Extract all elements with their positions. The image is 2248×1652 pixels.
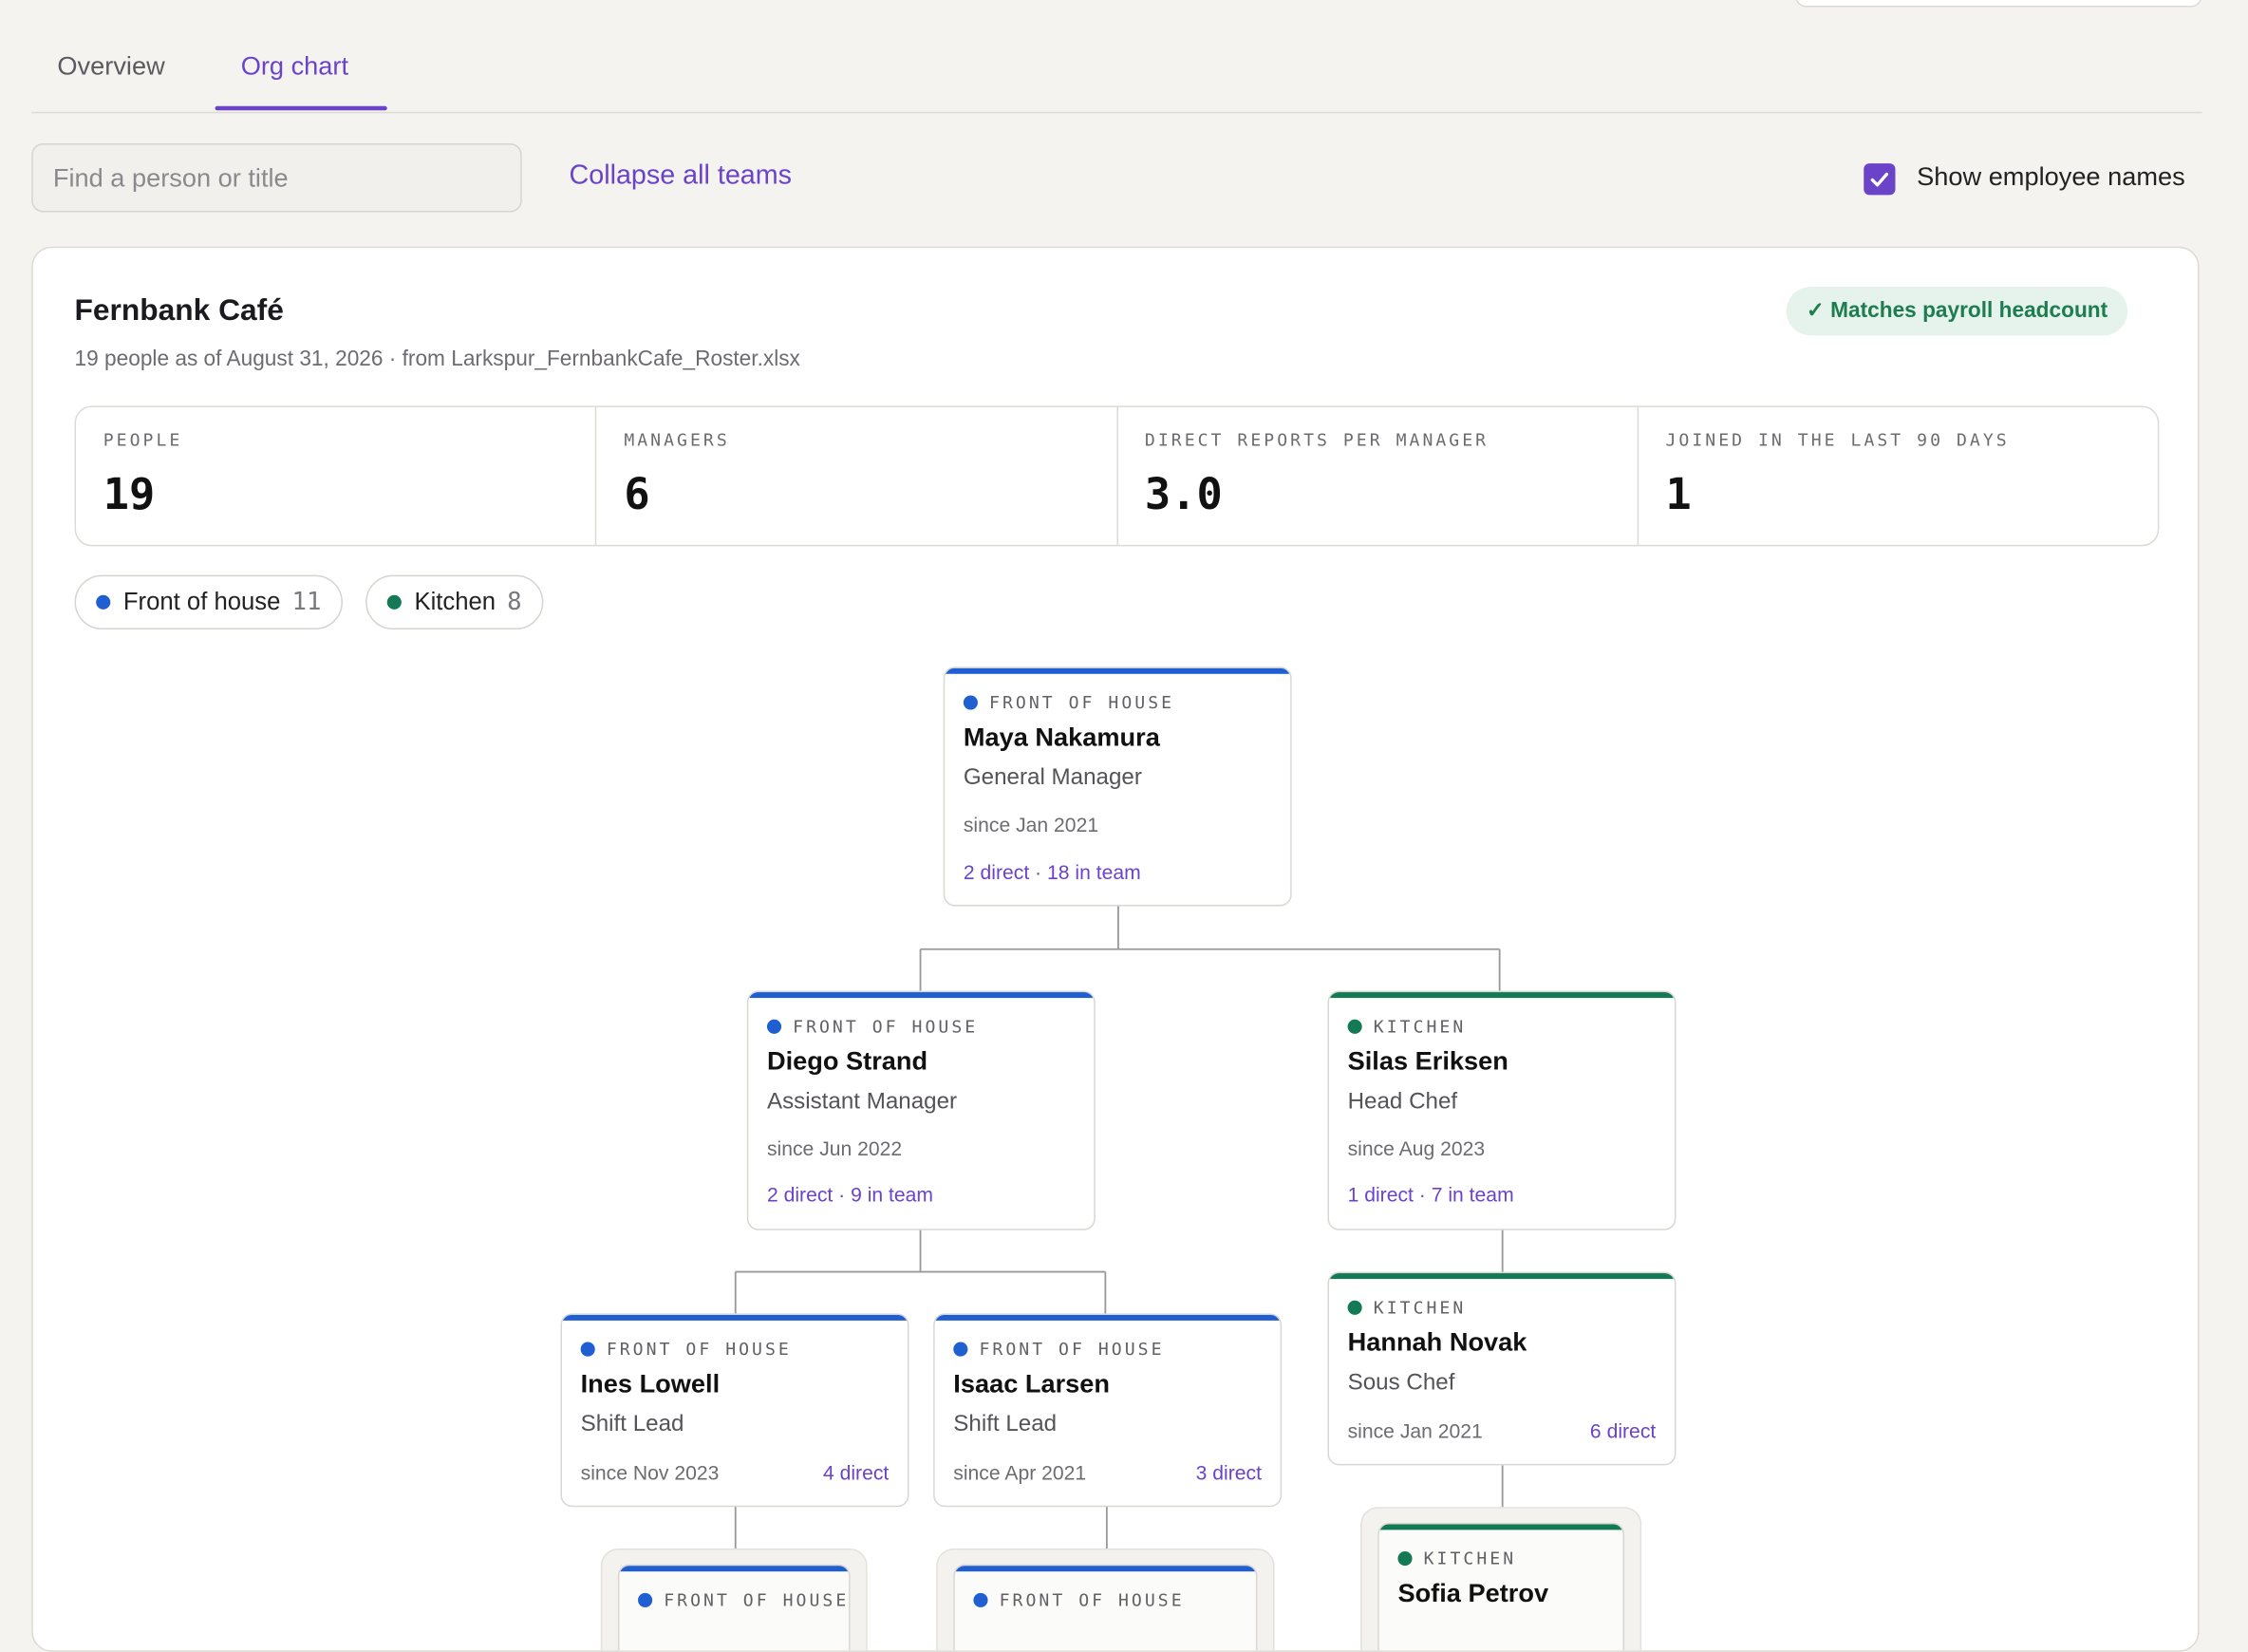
team-label: KITCHEN <box>1347 1017 1467 1037</box>
person-role: Sous Chef <box>1347 1370 1455 1396</box>
team-dot-icon <box>766 1019 782 1034</box>
collapse-all-teams-link[interactable]: Collapse all teams <box>570 160 792 192</box>
tab-org-chart[interactable]: Org chart <box>241 51 348 82</box>
team-dot-icon <box>580 1342 595 1357</box>
person-name: Silas Eriksen <box>1347 1046 1508 1076</box>
person-role: Shift Lead <box>580 1412 684 1437</box>
start-date: since Jan 2021 <box>1347 1419 1483 1443</box>
person-card[interactable]: FRONT OF HOUSE Isaac Larsen Shift Lead s… <box>933 1313 1283 1508</box>
person-card[interactable]: FRONT OF HOUSE Diego Strand Assistant Ma… <box>746 990 1096 1230</box>
start-date: since Aug 2023 <box>1347 1136 1486 1160</box>
person-card[interactable]: KITCHEN Silas Eriksen Head Chef since Au… <box>1327 990 1677 1230</box>
person-role: General Manager <box>963 765 1142 791</box>
reports-link[interactable]: 4 direct <box>823 1461 889 1484</box>
team-label: KITCHEN <box>1347 1298 1467 1318</box>
person-name: Maya Nakamura <box>963 723 1160 752</box>
person-card[interactable]: FRONT OF HOUSE <box>953 1564 1258 1651</box>
active-tab-indicator <box>215 105 387 111</box>
person-name: Sofia Petrov <box>1397 1578 1549 1607</box>
team-dot-icon <box>963 695 978 710</box>
team-label: FRONT OF HOUSE <box>953 1340 1164 1360</box>
person-card[interactable]: FRONT OF HOUSE <box>617 1564 851 1651</box>
checkmark-icon <box>1870 172 1889 187</box>
person-card[interactable]: FRONT OF HOUSE Ines Lowell Shift Lead si… <box>560 1313 909 1508</box>
person-role: Shift Lead <box>953 1412 1058 1437</box>
top-right-control[interactable] <box>1794 0 2202 8</box>
person-role: Assistant Manager <box>766 1089 958 1115</box>
search-input[interactable] <box>31 143 522 213</box>
team-dot-icon <box>1397 1551 1413 1567</box>
reports-link[interactable]: 2 direct · 9 in team <box>767 1183 933 1206</box>
start-date: since Jan 2021 <box>963 813 1099 836</box>
reports-link[interactable]: 1 direct · 7 in team <box>1348 1183 1514 1206</box>
team-label: FRONT OF HOUSE <box>580 1340 792 1360</box>
team-dot-icon <box>638 1592 653 1607</box>
reports-link[interactable]: 3 direct <box>1196 1461 1262 1484</box>
person-role: Head Chef <box>1347 1089 1458 1115</box>
person-name: Isaac Larsen <box>953 1369 1111 1399</box>
show-names-label: Show employee names <box>1917 161 2185 191</box>
team-label: FRONT OF HOUSE <box>963 692 1174 713</box>
team-label: FRONT OF HOUSE <box>766 1017 978 1037</box>
person-name: Diego Strand <box>766 1046 928 1076</box>
person-card[interactable]: FRONT OF HOUSE Maya Nakamura General Man… <box>943 666 1292 907</box>
person-name: Ines Lowell <box>580 1369 721 1399</box>
org-card: Fernbank Café 19 people as of August 31,… <box>31 246 2200 1652</box>
team-label: FRONT OF HOUSE <box>638 1590 849 1610</box>
start-date: since Nov 2023 <box>580 1460 720 1485</box>
team-label: KITCHEN <box>1397 1549 1516 1568</box>
reports-link[interactable]: 2 direct · 18 in team <box>964 860 1141 883</box>
show-names-checkbox[interactable] <box>1864 163 1896 196</box>
team-dot-icon <box>953 1342 968 1357</box>
tab-overview[interactable]: Overview <box>57 51 164 82</box>
person-card[interactable]: KITCHEN Sofia Petrov <box>1377 1522 1625 1651</box>
start-date: since Jun 2022 <box>766 1136 903 1160</box>
team-dot-icon <box>973 1592 988 1607</box>
tab-bar: Overview Org chart <box>31 37 2202 114</box>
team-dot-icon <box>1347 1300 1362 1315</box>
team-dot-icon <box>1347 1019 1362 1034</box>
start-date: since Apr 2021 <box>953 1460 1087 1485</box>
person-name: Hannah Novak <box>1347 1327 1527 1357</box>
reports-link[interactable]: 6 direct <box>1590 1419 1656 1442</box>
team-label: FRONT OF HOUSE <box>973 1590 1184 1610</box>
person-card[interactable]: KITCHEN Hannah Novak Sous Chef since Jan… <box>1327 1271 1677 1466</box>
